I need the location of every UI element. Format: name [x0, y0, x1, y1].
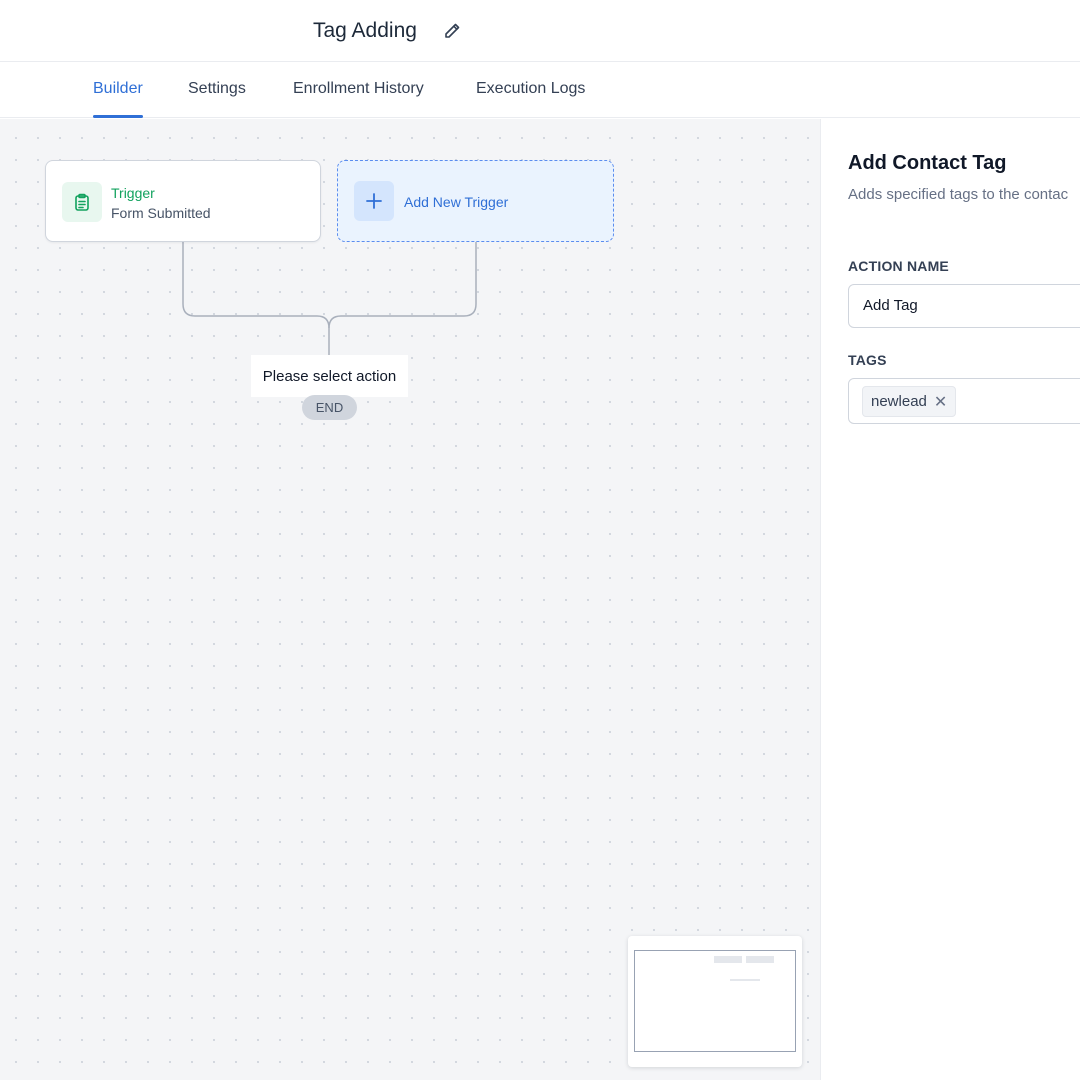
tab-settings[interactable]: Settings	[188, 80, 246, 118]
panel-description: Adds specified tags to the contac	[848, 186, 1069, 203]
action-name-label: ACTION NAME	[848, 258, 949, 274]
tag-chip: newlead ✕	[862, 386, 957, 417]
tags-label: TAGS	[848, 352, 887, 368]
panel-title: Add Contact Tag	[848, 152, 1007, 174]
plus-icon	[354, 181, 394, 221]
add-new-trigger-button[interactable]: Add New Trigger	[337, 160, 614, 242]
minimap[interactable]	[628, 936, 802, 1067]
minimap-node	[714, 956, 742, 963]
select-action-placeholder[interactable]: Please select action	[251, 355, 408, 397]
remove-tag-icon[interactable]: ✕	[934, 392, 947, 412]
trigger-subtitle: Form Submitted	[111, 205, 211, 221]
pencil-edit-icon[interactable]	[442, 21, 462, 41]
tags-field[interactable]: newlead ✕	[848, 378, 1080, 424]
workflow-canvas[interactable]: Trigger Form Submitted Add New Trigger P…	[0, 119, 820, 1080]
workflow-title: Tag Adding	[313, 19, 417, 42]
trigger-title: Trigger	[111, 185, 155, 201]
minimap-node	[730, 979, 760, 981]
action-name-field[interactable]	[848, 284, 1080, 328]
add-trigger-label: Add New Trigger	[404, 194, 509, 210]
tag-chip-label: newlead	[871, 393, 927, 410]
tab-builder[interactable]: Builder	[93, 80, 143, 118]
trigger-node[interactable]: Trigger Form Submitted	[45, 160, 321, 242]
top-bar: Tag Adding	[0, 0, 1080, 62]
tab-bar: Builder Settings Enrollment History Exec…	[0, 63, 1080, 118]
action-name-input[interactable]	[863, 297, 1063, 314]
action-settings-panel: Add Contact Tag Adds specified tags to t…	[820, 119, 1080, 1080]
clipboard-icon	[62, 182, 102, 222]
end-node: END	[302, 395, 357, 420]
minimap-viewport[interactable]	[634, 950, 796, 1052]
minimap-node	[746, 956, 774, 963]
tab-execution-logs[interactable]: Execution Logs	[476, 80, 585, 118]
tab-enrollment-history[interactable]: Enrollment History	[293, 80, 424, 118]
